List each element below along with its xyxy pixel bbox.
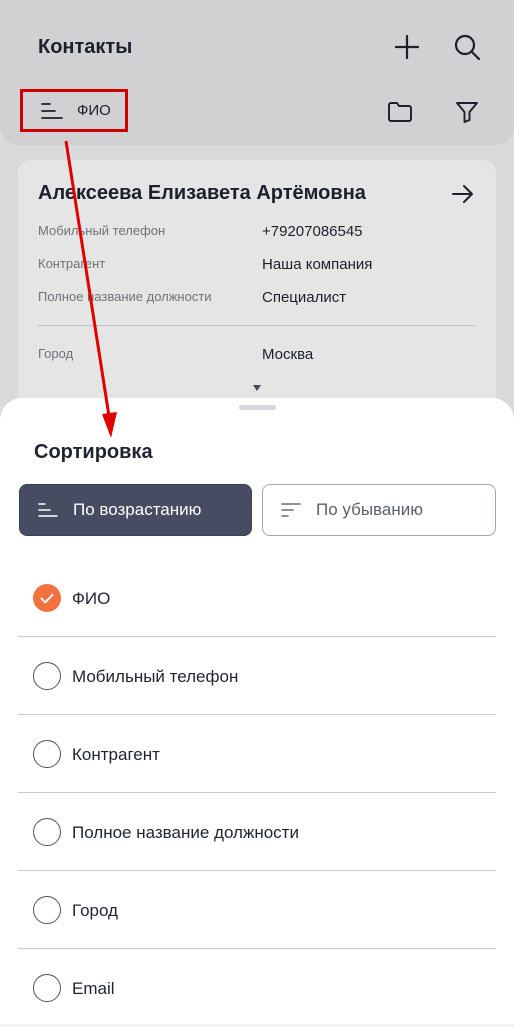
sort-descending-icon [281,500,301,520]
sort-option-fio[interactable]: ФИО [18,560,496,637]
radio-unchecked[interactable] [33,896,61,924]
option-divider [18,948,496,949]
sort-option-label: Мобильный телефон [72,667,239,686]
sort-option-label: Email [72,979,115,998]
sort-option-mobile-phone[interactable]: Мобильный телефон [18,638,496,715]
sheet-drag-handle[interactable] [239,405,276,410]
radio-unchecked[interactable] [33,662,61,690]
sort-ascending-button[interactable]: По возрастанию [19,484,252,536]
option-divider [18,636,496,637]
option-divider [18,714,496,715]
sort-descending-label: По убыванию [316,500,423,519]
sort-option-label: Контрагент [72,745,160,764]
sort-bottom-sheet: Сортировка По возрастанию По убыванию ФИ… [0,398,514,1024]
sort-descending-button[interactable]: По убыванию [262,484,496,536]
radio-checked[interactable] [33,584,61,612]
sort-ascending-icon [38,500,58,520]
sort-option-email[interactable]: Email [18,950,496,1027]
option-divider [18,792,496,793]
sort-ascending-label: По возрастанию [73,500,202,519]
sheet-title: Сортировка [34,441,153,463]
sort-option-label: ФИО [72,589,111,608]
sort-option-label: Полное название должности [72,823,299,842]
radio-unchecked[interactable] [33,974,61,1002]
checkmark-icon [40,593,54,603]
radio-unchecked[interactable] [33,740,61,768]
sort-option-label: Город [72,901,118,920]
option-divider [18,870,496,871]
sort-option-position[interactable]: Полное название должности [18,794,496,871]
sort-option-city[interactable]: Город [18,872,496,949]
sort-option-counterparty[interactable]: Контрагент [18,716,496,793]
radio-unchecked[interactable] [33,818,61,846]
